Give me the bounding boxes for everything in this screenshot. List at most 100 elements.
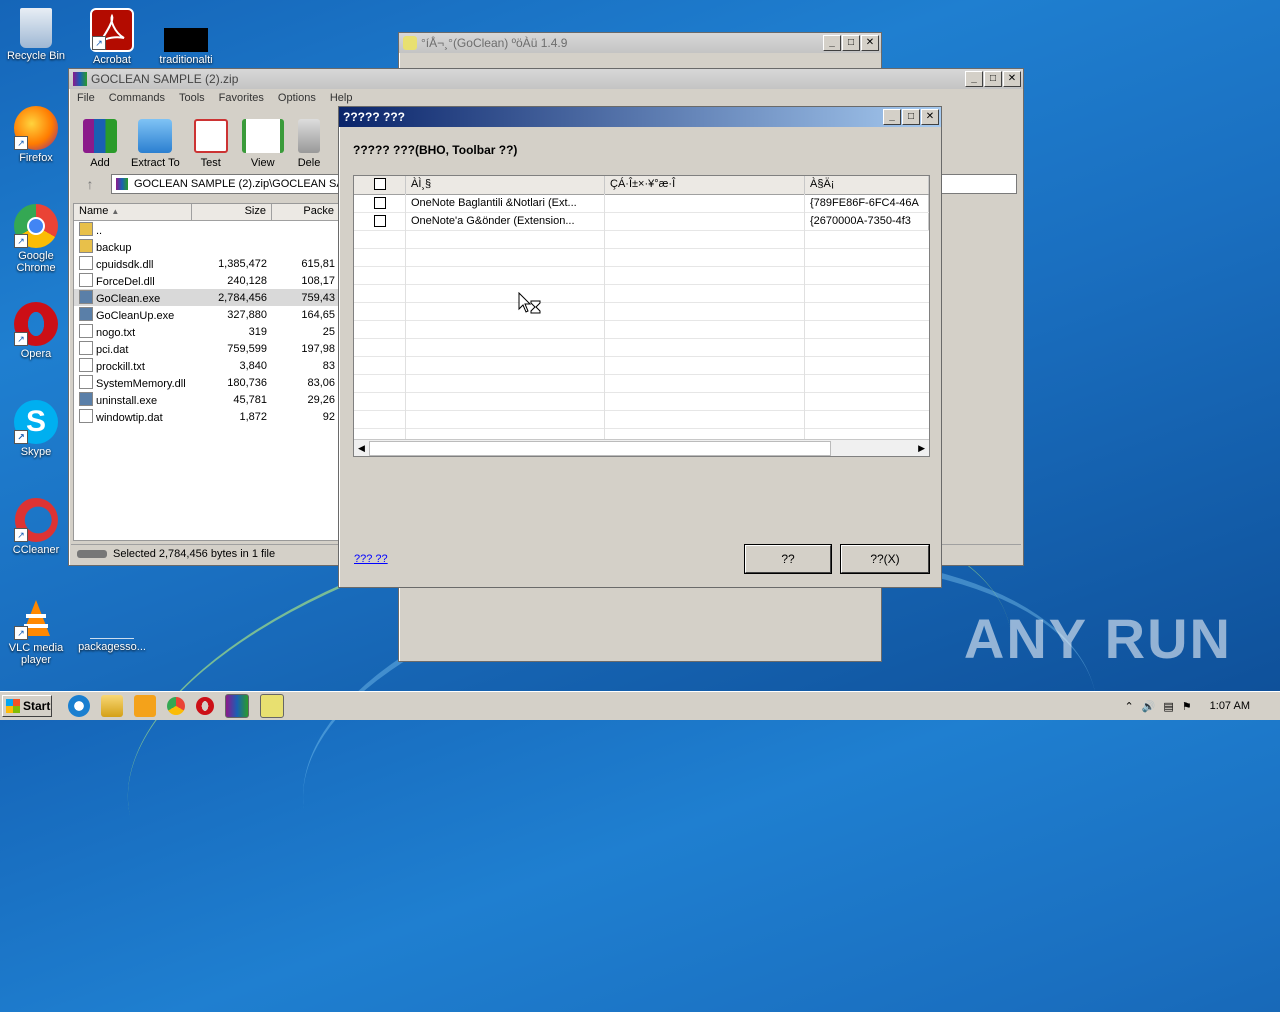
folder-icon	[79, 239, 93, 253]
bho-dialog[interactable]: ????? ??? _ □ ✕ ????? ???(BHO, Toolbar ?…	[338, 106, 942, 588]
test-button[interactable]: Test	[193, 119, 228, 169]
shortcut-arrow-icon: ↗	[92, 36, 106, 50]
menu-options[interactable]: Options	[278, 92, 316, 104]
opera-icon[interactable]	[196, 697, 214, 715]
file-packed: 25	[322, 325, 335, 338]
start-button[interactable]: Start	[2, 695, 52, 717]
file-row[interactable]: pci.dat 759,599 197,98	[74, 340, 340, 357]
column-location[interactable]: À§Ä¡	[805, 176, 929, 194]
bho-row[interactable]: OneNote Baglantili &Notlari (Ext... {789F…	[354, 195, 929, 213]
ok-button[interactable]: ??	[745, 545, 831, 573]
chrome-icon[interactable]	[167, 697, 185, 715]
desktop-icon-traditionalti[interactable]: traditionalti	[150, 8, 222, 66]
file-row[interactable]: nogo.txt 319 25	[74, 323, 340, 340]
acrobat-icon: ↗	[90, 8, 134, 52]
file-row[interactable]: prockill.txt 3,840 83	[74, 357, 340, 374]
file-name: uninstall.exe	[96, 395, 158, 407]
row-checkbox[interactable]	[373, 215, 386, 227]
menu-help[interactable]: Help	[330, 92, 353, 104]
column-program-path[interactable]: ÇÁ·Î±×·¥°æ·Î	[605, 176, 805, 194]
dialog-titlebar[interactable]: ????? ??? _ □ ✕	[339, 107, 941, 127]
explorer-folder-icon[interactable]	[101, 695, 123, 717]
maximize-button[interactable]: □	[902, 109, 920, 125]
file-name: pci.dat	[96, 344, 129, 356]
desktop-icon-vlc[interactable]: ↗ VLC media player	[0, 596, 72, 666]
media-player-icon[interactable]	[134, 695, 156, 717]
file-packed: 108,17	[301, 274, 335, 287]
column-size[interactable]: Size	[192, 204, 272, 220]
view-button[interactable]: View	[241, 119, 284, 169]
network-icon[interactable]: ▤	[1163, 700, 1173, 713]
desktop-icon-skype[interactable]: S ↗ Skype	[0, 400, 72, 458]
shortcut-arrow-icon: ↗	[14, 528, 28, 542]
extract-to-button[interactable]: Extract To	[131, 119, 180, 169]
bho-row[interactable]: OneNote'a G&önder (Extension... {2670000A…	[354, 213, 929, 231]
file-row[interactable]: windowtip.dat 1,872 92	[74, 408, 340, 425]
desktop-icon-packages[interactable]: packagesso...	[76, 596, 148, 653]
maximize-button[interactable]: □	[842, 35, 860, 51]
goclean-icon[interactable]	[260, 694, 284, 718]
help-link[interactable]: ??? ??	[354, 553, 388, 565]
show-hidden-icons-icon[interactable]: ⌃	[1124, 700, 1133, 713]
file-name: SystemMemory.dll	[96, 378, 186, 390]
desktop-icon-recycle-bin[interactable]: Recycle Bin	[0, 8, 72, 62]
desktop-icon-chrome[interactable]: ↗ Google Chrome	[0, 204, 72, 274]
empty-row	[354, 231, 929, 249]
file-row[interactable]: uninstall.exe 45,781 29,26	[74, 391, 340, 408]
file-row[interactable]: GoCleanUp.exe 327,880 164,65	[74, 306, 340, 323]
file-name: windowtip.dat	[96, 412, 163, 424]
bho-table[interactable]: ÀÌ¸§ ÇÁ·Î±×·¥°æ·Î À§Ä¡ OneNote Baglantil…	[353, 175, 930, 457]
desktop-icon-acrobat[interactable]: ↗ Acrobat	[76, 8, 148, 66]
minimize-button[interactable]: _	[883, 109, 901, 125]
scroll-right-icon[interactable]: ▶	[914, 443, 929, 454]
desktop-icon-firefox[interactable]: ↗ Firefox	[0, 106, 72, 164]
close-button[interactable]: ✕	[861, 35, 879, 51]
menu-favorites[interactable]: Favorites	[219, 92, 264, 104]
desktop-icon-ccleaner[interactable]: ↗ CCleaner	[0, 498, 72, 556]
winrar-titlebar[interactable]: GOCLEAN SAMPLE (2).zip _ □ ✕	[69, 69, 1023, 89]
desktop-icon-label: VLC media player	[8, 642, 64, 666]
ie-icon[interactable]	[68, 695, 90, 717]
minimize-button[interactable]: _	[965, 71, 983, 87]
maximize-button[interactable]: □	[984, 71, 1002, 87]
file-size: 180,736	[227, 376, 267, 389]
ccleaner-icon: ↗	[14, 498, 58, 542]
file-row[interactable]: ForceDel.dll 240,128 108,17	[74, 272, 340, 289]
minimize-button[interactable]: _	[823, 35, 841, 51]
scrollbar-thumb[interactable]	[368, 440, 831, 456]
select-all-checkbox[interactable]	[354, 176, 406, 194]
action-center-flag-icon[interactable]: ⚑	[1182, 700, 1192, 713]
column-name[interactable]: Name ▲	[74, 204, 192, 220]
delete-button[interactable]: Dele	[298, 119, 320, 169]
close-button[interactable]: ✕	[1003, 71, 1021, 87]
horizontal-scrollbar[interactable]: ◀ ▶	[354, 439, 929, 456]
file-row[interactable]: GoClean.exe 2,784,456 759,43	[74, 289, 340, 306]
scroll-left-icon[interactable]: ◀	[354, 443, 369, 454]
exe-icon	[79, 290, 93, 304]
column-packed[interactable]: Packe	[272, 204, 340, 220]
bho-table-header: ÀÌ¸§ ÇÁ·Î±×·¥°æ·Î À§Ä¡	[354, 176, 929, 195]
menu-commands[interactable]: Commands	[109, 92, 165, 104]
menu-file[interactable]: File	[77, 92, 95, 104]
empty-row	[354, 339, 929, 357]
up-arrow-icon[interactable]: ↑	[75, 176, 105, 192]
menu-tools[interactable]: Tools	[179, 92, 205, 104]
file-list[interactable]: Name ▲ Size Packe .. backup cpuidsdk.dll 1,…	[73, 203, 341, 541]
column-name[interactable]: ÀÌ¸§	[406, 176, 605, 194]
file-row[interactable]: ..	[74, 221, 340, 238]
clock[interactable]: 1:07 AM	[1210, 700, 1250, 712]
sort-ascending-icon: ▲	[111, 207, 120, 216]
empty-row	[354, 303, 929, 321]
add-button[interactable]: Add	[83, 119, 117, 169]
close-x-button[interactable]: ??(X)	[841, 545, 929, 573]
winrar-icon[interactable]	[225, 694, 249, 718]
file-row[interactable]: backup	[74, 238, 340, 255]
file-row[interactable]: SystemMemory.dll 180,736 83,06	[74, 374, 340, 391]
desktop-icon-opera[interactable]: ↗ Opera	[0, 302, 72, 360]
file-name: ..	[96, 225, 103, 237]
row-checkbox[interactable]	[373, 197, 386, 209]
file-row[interactable]: cpuidsdk.dll 1,385,472 615,81	[74, 255, 340, 272]
close-button[interactable]: ✕	[921, 109, 939, 125]
goclean-titlebar[interactable]: °íÅ¬¸°(GoClean) ºöÀü 1.4.9 _ □ ✕	[399, 33, 881, 53]
volume-icon[interactable]: 🔊	[1142, 700, 1156, 713]
